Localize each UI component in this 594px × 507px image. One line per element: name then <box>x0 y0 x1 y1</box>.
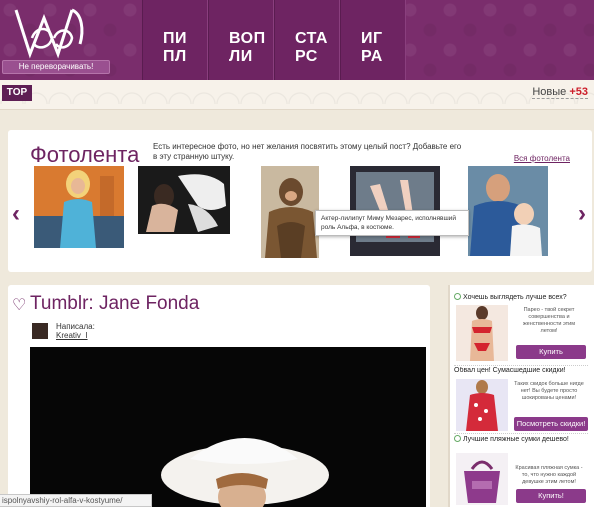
nav-item-stars[interactable]: СТА РС <box>274 0 340 80</box>
photo-feed: Фотолента Есть интересное фото, но нет ж… <box>8 130 592 272</box>
feed-photo-image <box>138 166 230 234</box>
browser-status-url: ispolnyavshiy-rol-alfa-v-kostyume/ <box>0 494 152 507</box>
feed-next-arrow-icon[interactable]: › <box>578 200 586 228</box>
author-avatar[interactable] <box>32 323 48 339</box>
ad-image[interactable] <box>456 305 508 361</box>
ad-info-icon <box>454 435 461 442</box>
ad-text: Парео - твой секрет совершенства и женст… <box>522 307 576 334</box>
nav-item-games-line2: РА <box>361 48 383 65</box>
site-logo[interactable]: Не переворачивать! <box>0 0 140 80</box>
ad-block: Обвал цен! Сумасшедшие скидки! Таких ски… <box>454 367 588 433</box>
logo-tagline: Не переворачивать! <box>2 60 110 74</box>
feed-photo[interactable] <box>138 166 230 234</box>
feed-all-link[interactable]: Вся фотолента <box>514 154 570 163</box>
feed-title: Фотолента <box>30 142 140 167</box>
feed-photo[interactable] <box>261 166 319 258</box>
heart-icon[interactable]: ♡ <box>12 295 26 315</box>
feed-prev-arrow-icon[interactable]: ‹ <box>12 200 20 228</box>
feed-photo[interactable] <box>468 166 548 256</box>
ad-buy-button[interactable]: Купить! <box>516 489 586 503</box>
ad-title-text: Лучшие пляжные сумки дешево! <box>463 436 569 443</box>
ad-text: Красивая пляжная сумка - то, что нужно к… <box>515 465 583 485</box>
top-strip: TOP Новые +53 <box>0 80 594 110</box>
ad-sale-button[interactable]: Посмотреть скидки! <box>514 417 588 431</box>
top-tab[interactable]: TOP <box>2 85 32 101</box>
ad-title-text: Хочешь выглядеть лучше всех? <box>463 294 567 301</box>
ad-sale-image <box>456 379 508 431</box>
feed-photo-image <box>34 166 124 248</box>
logo-mark-icon <box>14 8 84 59</box>
ad-text: Таких скидок больше нигде нет! Вы будете… <box>514 381 584 401</box>
new-posts-label: Новые <box>532 86 567 98</box>
ad-title-text: Обвал цен! Сумасшедшие скидки! <box>454 367 566 374</box>
nav-item-stars-line2: РС <box>295 48 318 65</box>
ad-block: Лучшие пляжные сумки дешево! Красивая пл… <box>454 435 588 507</box>
feed-photo-image <box>468 166 548 256</box>
nav-item-people[interactable]: ПИ ПЛ <box>142 0 208 80</box>
ad-block: Хочешь выглядеть лучше всех? Парео - тво… <box>454 293 588 363</box>
feed-photo-image <box>261 166 319 258</box>
post-photo-image <box>30 347 426 507</box>
author-label: Написала: <box>56 322 95 331</box>
site-header: Не переворачивать! ПИ ПЛ ВОП ЛИ СТА РС И… <box>0 0 594 80</box>
new-posts-link[interactable]: Новые +53 <box>532 86 588 99</box>
author-link[interactable]: Kreativ_I <box>56 331 88 340</box>
ad-info-icon <box>454 293 461 300</box>
post-image[interactable] <box>30 347 426 507</box>
nav-item-stars-line1: СТА <box>295 30 328 47</box>
ad-divider <box>454 433 588 434</box>
nav-item-questions[interactable]: ВОП ЛИ <box>208 0 274 80</box>
ad-swimsuit-image <box>456 305 508 361</box>
nav-item-people-line2: ПЛ <box>163 48 187 65</box>
ad-image[interactable] <box>456 379 508 431</box>
ad-title[interactable]: Хочешь выглядеть лучше всех? <box>454 293 588 303</box>
ad-buy-button[interactable]: Купить <box>516 345 586 359</box>
ad-image[interactable] <box>456 453 508 505</box>
post-card: ♡ Tumblr: Jane Fonda Написала: Kreativ_I <box>8 285 430 507</box>
feed-description: Есть интересное фото, но нет желания пос… <box>153 142 462 161</box>
nav-item-questions-line1: ВОП <box>229 30 266 47</box>
nav-item-questions-line2: ЛИ <box>229 48 253 65</box>
ad-title[interactable]: Обвал цен! Сумасшедшие скидки! <box>454 367 588 377</box>
ad-bag-image <box>456 453 508 505</box>
feed-photo[interactable] <box>34 166 124 248</box>
ad-divider <box>454 365 588 366</box>
nav-item-people-line1: ПИ <box>163 30 187 47</box>
photo-tooltip: Актер-лилипут Миму Мезарес, исполнявший … <box>315 210 469 236</box>
ad-title[interactable]: Лучшие пляжные сумки дешево! <box>454 435 588 455</box>
post-title[interactable]: Tumblr: Jane Fonda <box>30 293 199 315</box>
ads-sidebar: Хочешь выглядеть лучше всех? Парео - тво… <box>448 285 594 507</box>
new-posts-count: +53 <box>569 86 588 98</box>
nav-item-games[interactable]: ИГ РА <box>340 0 406 80</box>
nav-item-games-line1: ИГ <box>361 30 383 47</box>
